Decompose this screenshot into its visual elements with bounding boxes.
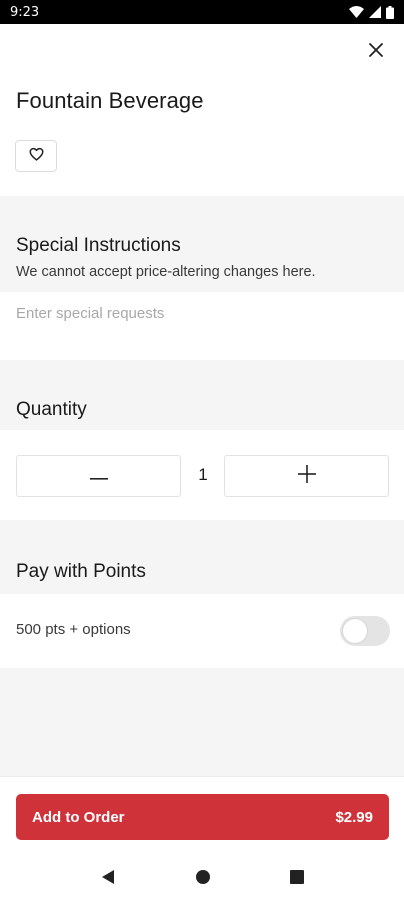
system-nav-bar	[0, 854, 404, 900]
status-time: 9:23	[10, 4, 40, 20]
minus-icon	[89, 467, 108, 485]
status-bar: 9:23	[0, 0, 404, 24]
special-instructions-subtitle: We cannot accept price-altering changes …	[16, 264, 316, 280]
favorite-button[interactable]	[15, 140, 57, 172]
bottom-bar: Add to Order $2.99	[0, 776, 404, 854]
signal-icon	[369, 6, 381, 18]
increase-quantity-button[interactable]	[224, 455, 389, 497]
toggle-knob	[342, 618, 368, 644]
special-instructions-heading: Special Instructions	[16, 235, 181, 256]
quantity-value: 1	[198, 465, 208, 484]
wifi-icon	[349, 6, 364, 18]
points-option-label: 500 pts + options	[16, 621, 131, 638]
pay-with-points-heading: Pay with Points	[16, 561, 146, 582]
battery-icon	[386, 5, 394, 19]
add-to-order-label: Add to Order	[32, 808, 125, 826]
heart-icon	[29, 147, 44, 166]
status-icons	[349, 5, 394, 19]
order-price: $2.99	[335, 808, 373, 826]
recents-icon[interactable]	[290, 870, 305, 884]
add-to-order-button[interactable]: Add to Order $2.99	[16, 794, 389, 840]
special-requests-input[interactable]	[0, 292, 404, 360]
home-icon[interactable]	[195, 869, 211, 885]
pay-with-points-toggle[interactable]	[340, 616, 390, 646]
close-button[interactable]	[362, 38, 390, 66]
item-title: Fountain Beverage	[16, 88, 204, 113]
quantity-heading: Quantity	[16, 399, 87, 420]
back-icon[interactable]	[100, 869, 116, 885]
close-icon	[369, 42, 383, 62]
decrease-quantity-button[interactable]	[16, 455, 181, 497]
plus-icon	[297, 464, 316, 488]
item-header: Fountain Beverage	[0, 24, 404, 196]
